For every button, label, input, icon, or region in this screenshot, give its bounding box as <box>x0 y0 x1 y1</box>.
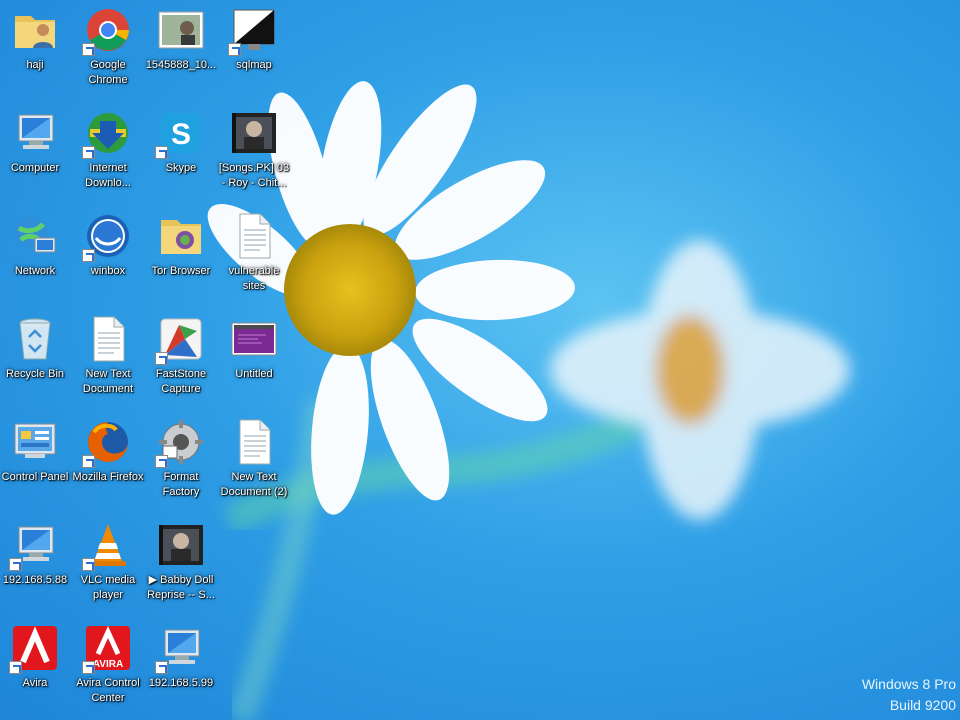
watermark-build: Build 9200 <box>889 697 956 713</box>
desktop-icon-label: New Text Document <box>82 368 134 395</box>
untitled-image-icon <box>230 315 278 363</box>
text-document-icon <box>84 315 132 363</box>
svg-text:S: S <box>171 118 191 151</box>
shortcut-arrow-icon <box>228 43 241 56</box>
remote-desktop-icon <box>9 521 59 571</box>
format-factory-icon <box>155 418 205 468</box>
desktop-icon-label: vulnerable sites <box>228 265 280 292</box>
desktop-icon-label: Network <box>14 265 56 277</box>
desktop-icon[interactable]: ▶ Babby Doll Reprise -- S... <box>144 515 218 615</box>
control-panel-icon <box>11 418 59 466</box>
desktop-icon-label: 192.168.5.99 <box>148 677 214 689</box>
desktop-icon[interactable]: 192.168.5.99 <box>144 618 218 718</box>
desktop-icon[interactable]: Avira <box>0 618 72 718</box>
vlc-icon <box>82 521 132 571</box>
haji-folder-icon <box>11 6 59 54</box>
desktop: haji Google Chrome 1545888_10... sqlmap Comp… <box>0 0 960 720</box>
shortcut-arrow-icon <box>9 661 22 674</box>
shortcut-arrow-icon <box>82 43 95 56</box>
desktop-icon[interactable]: VLC media player <box>71 515 145 615</box>
shortcut-arrow-icon <box>82 455 95 468</box>
desktop-icon-label: Avira <box>22 677 48 689</box>
desktop-icon[interactable]: FastStone Capture <box>144 309 218 409</box>
desktop-icon[interactable]: Recycle Bin <box>0 309 72 409</box>
desktop-icon[interactable]: AVIRA Avira Control Center <box>71 618 145 718</box>
watermark-edition: Windows 8 Pro <box>861 676 956 692</box>
desktop-icon-label: 192.168.5.88 <box>2 574 68 586</box>
skype-icon: S <box>155 109 205 159</box>
desktop-icon-label: Tor Browser <box>151 265 211 277</box>
desktop-icon[interactable]: Format Factory <box>144 412 218 512</box>
recycle-bin-icon <box>11 315 59 363</box>
desktop-icon[interactable]: Untitled <box>217 309 291 409</box>
video-file-icon <box>230 109 278 157</box>
text-document-icon <box>230 212 278 260</box>
winbox-icon <box>82 212 132 262</box>
desktop-icon[interactable]: New Text Document (2) <box>217 412 291 512</box>
windows-version-watermark: Windows 8 Pro Build 9200 <box>862 674 956 716</box>
tor-browser-folder-icon <box>157 212 205 260</box>
desktop-icon-label: Format Factory <box>162 471 200 498</box>
text-document-icon <box>230 418 278 466</box>
computer-icon <box>11 109 59 157</box>
sqlmap-icon <box>228 6 278 56</box>
desktop-icon-label: Avira Control Center <box>76 677 140 704</box>
shortcut-arrow-icon <box>82 146 95 159</box>
desktop-icon-label: Skype <box>165 162 197 174</box>
photo-file-icon <box>157 6 205 54</box>
desktop-icon-label: haji <box>26 59 44 71</box>
desktop-icon[interactable]: Mozilla Firefox <box>71 412 145 512</box>
avira-control-center-icon: AVIRA <box>82 624 132 674</box>
desktop-icon[interactable]: Tor Browser <box>144 206 218 306</box>
desktop-icon[interactable]: 1545888_10... <box>144 0 218 100</box>
svg-text:AVIRA: AVIRA <box>93 659 123 670</box>
desktop-icon[interactable]: vulnerable sites <box>217 206 291 306</box>
desktop-icon-label: Mozilla Firefox <box>72 471 144 483</box>
desktop-icon-label: Computer <box>10 162 60 174</box>
desktop-icon[interactable]: haji <box>0 0 72 100</box>
avira-icon <box>9 624 59 674</box>
network-icon <box>11 212 59 260</box>
desktop-icon-label: Internet Downlo... <box>85 162 131 189</box>
desktop-icon[interactable]: New Text Document <box>71 309 145 409</box>
desktop-icon-label: Control Panel <box>1 471 69 483</box>
shortcut-arrow-icon <box>82 249 95 262</box>
shortcut-arrow-icon <box>9 558 22 571</box>
desktop-icon[interactable]: Internet Downlo... <box>71 103 145 203</box>
desktop-icon-label: FastStone Capture <box>155 368 207 395</box>
desktop-icon[interactable]: S Skype <box>144 103 218 203</box>
desktop-icon-label: 1545888_10... <box>145 59 217 71</box>
desktop-icon-label: VLC media player <box>80 574 136 601</box>
firefox-icon <box>82 418 132 468</box>
desktop-icon-label: Recycle Bin <box>5 368 65 380</box>
shortcut-arrow-icon <box>82 558 95 571</box>
desktop-icon[interactable]: winbox <box>71 206 145 306</box>
desktop-icon[interactable]: Network <box>0 206 72 306</box>
desktop-icon[interactable]: Computer <box>0 103 72 203</box>
desktop-icon-label: winbox <box>90 265 126 277</box>
desktop-icon-label: sqlmap <box>236 59 272 71</box>
desktop-icon-label: Google Chrome <box>88 59 128 86</box>
desktop-icon-label: [Songs.PK] 03 - Roy - Chit... <box>218 162 290 189</box>
desktop-icon-label: Untitled <box>235 368 273 380</box>
desktop-icon-label: New Text Document (2) <box>220 471 288 498</box>
shortcut-arrow-icon <box>155 146 168 159</box>
google-chrome-icon <box>82 6 132 56</box>
desktop-icon[interactable]: 192.168.5.88 <box>0 515 72 615</box>
desktop-icon[interactable]: sqlmap <box>217 0 291 100</box>
desktop-icon[interactable]: Google Chrome <box>71 0 145 100</box>
internet-download-manager-icon <box>82 109 132 159</box>
desktop-icon[interactable]: Control Panel <box>0 412 72 512</box>
shortcut-arrow-icon <box>155 352 168 365</box>
faststone-capture-icon <box>155 315 205 365</box>
shortcut-arrow-icon <box>155 455 168 468</box>
shortcut-arrow-icon <box>82 661 95 674</box>
remote-desktop-icon <box>155 624 205 674</box>
video-file-icon <box>157 521 205 569</box>
desktop-icon[interactable]: [Songs.PK] 03 - Roy - Chit... <box>217 103 291 203</box>
desktop-icon-label: ▶ Babby Doll Reprise -- S... <box>147 574 215 601</box>
shortcut-arrow-icon <box>155 661 168 674</box>
